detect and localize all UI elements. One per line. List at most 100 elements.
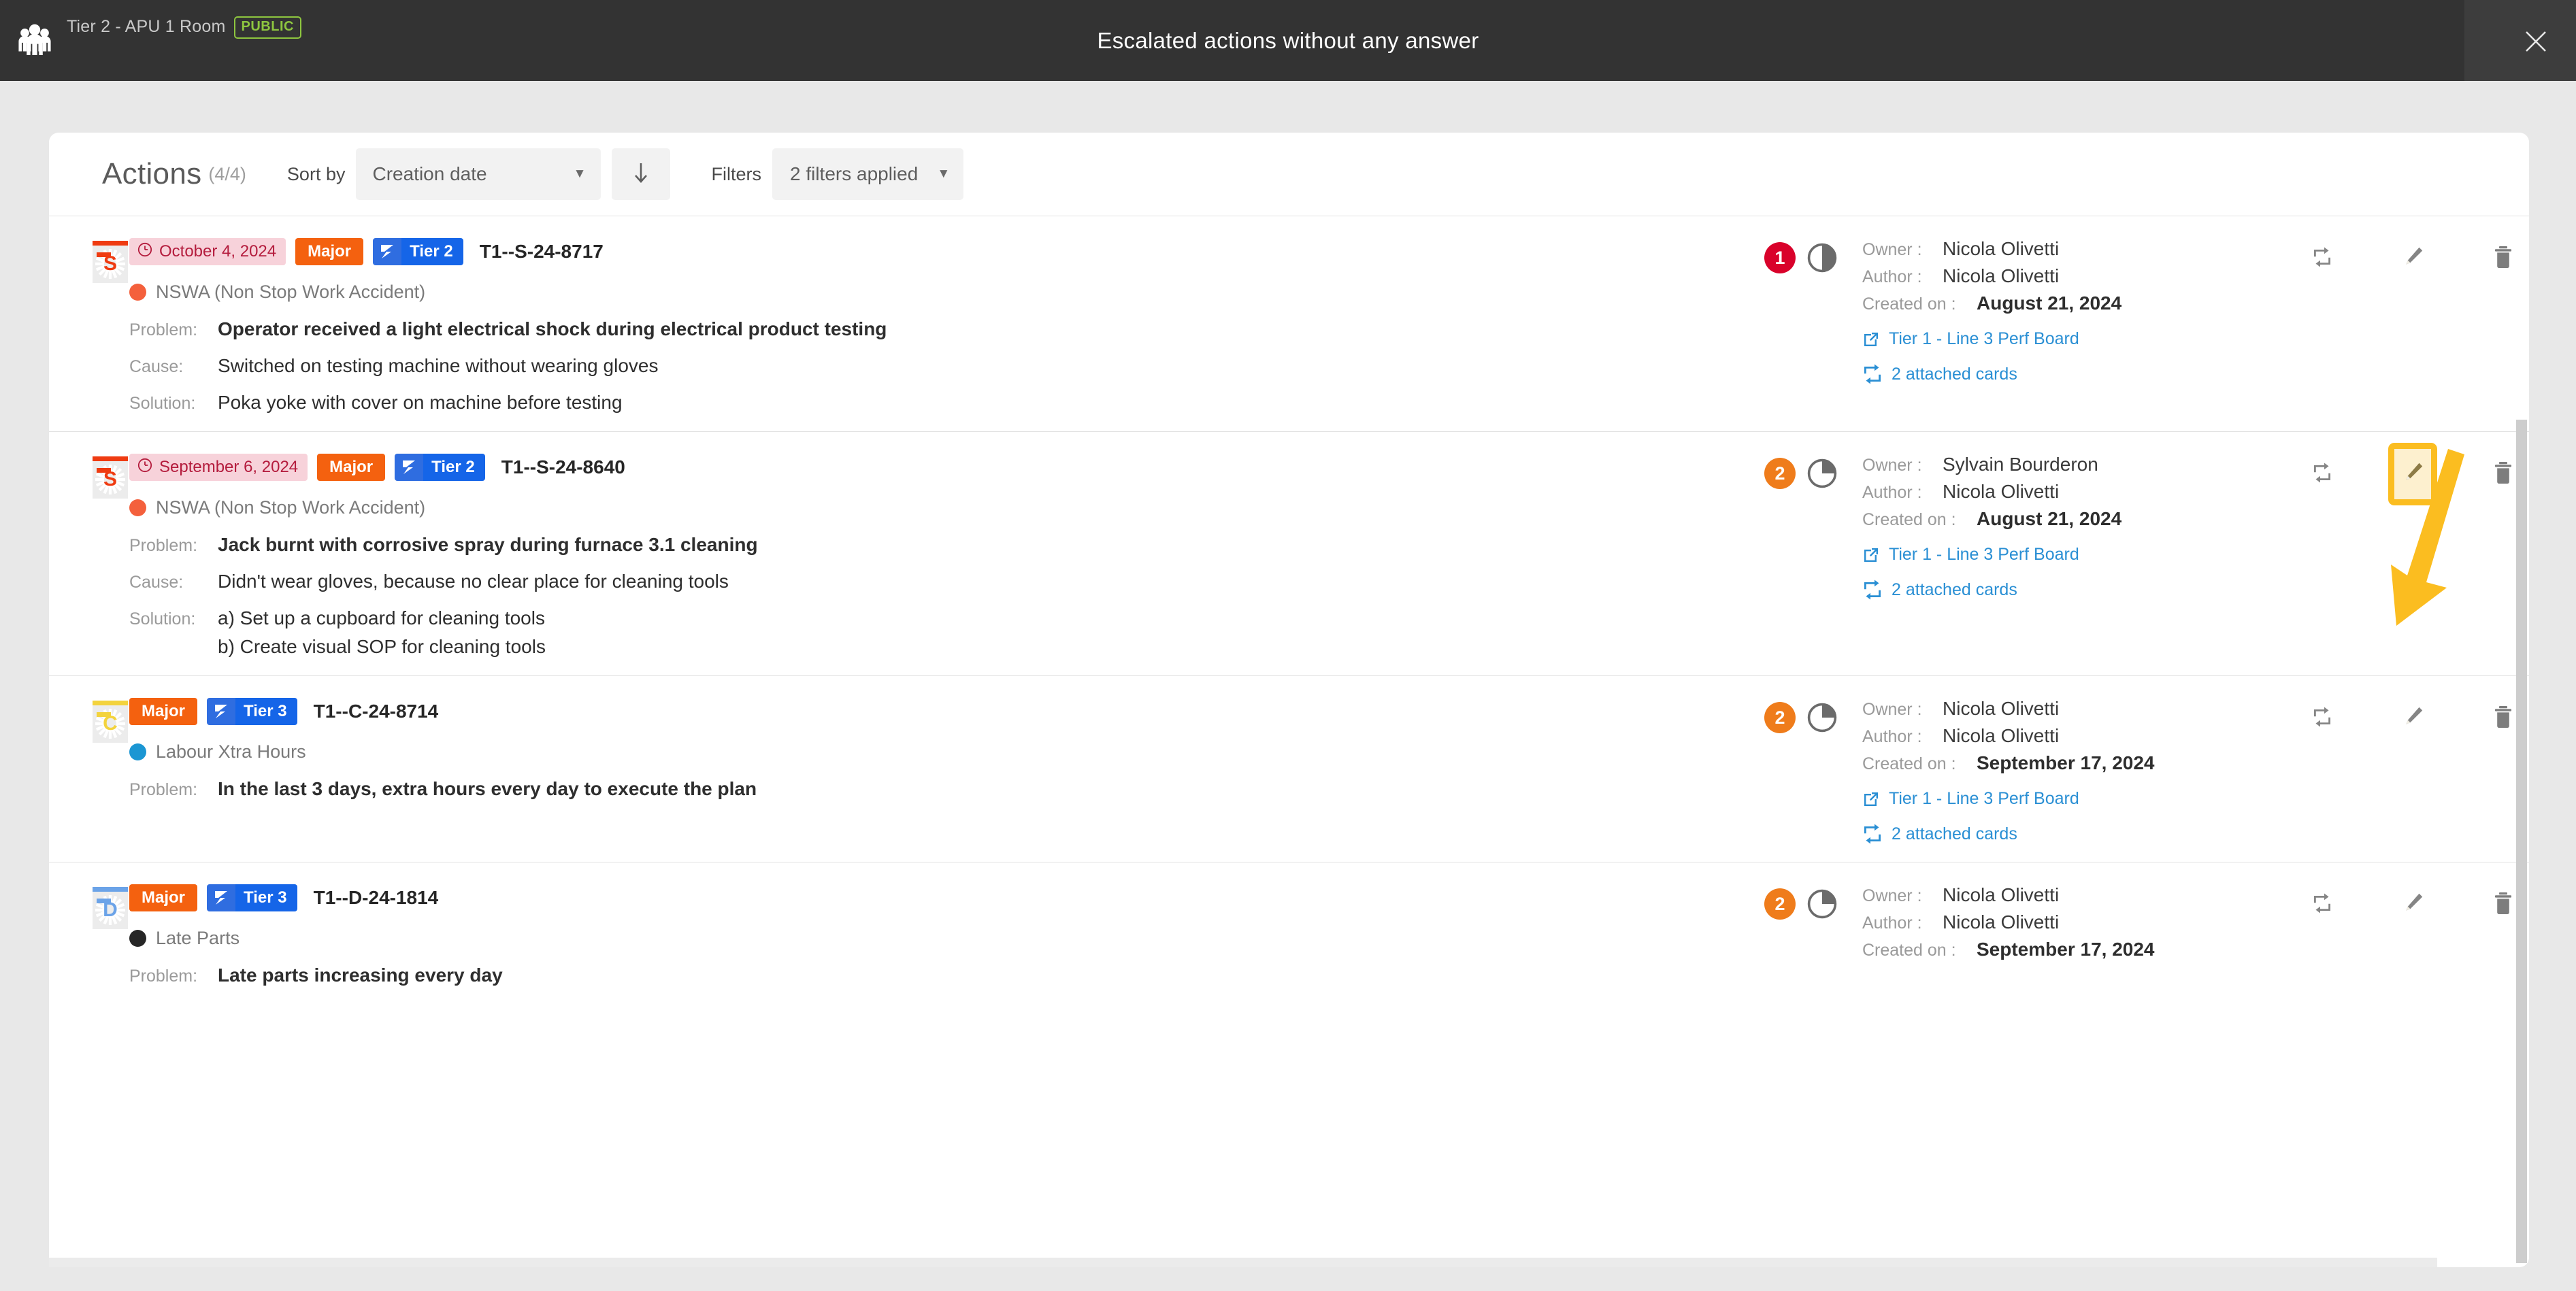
close-button[interactable] xyxy=(2520,26,2552,57)
author-value: Nicola Olivetti xyxy=(1943,725,2060,746)
cause-value: Didn't wear gloves, because no clear pla… xyxy=(218,571,729,592)
owner-value: Sylvain Bourderon xyxy=(1943,454,2098,475)
horizontal-scrollbar-thumb[interactable] xyxy=(49,1258,2437,1267)
actions-count: (4/4) xyxy=(208,163,246,184)
board-link-text: Tier 1 - Line 3 Perf Board xyxy=(1889,329,2079,348)
category-name: NSWA (Non Stop Work Accident) xyxy=(156,281,426,302)
action-reference: T1--S-24-8717 xyxy=(479,241,604,262)
author-label: Author : xyxy=(1862,483,1922,502)
transfer-action-button[interactable] xyxy=(2305,887,2340,922)
owner-row: Owner : Nicola Olivetti xyxy=(1862,884,2305,906)
category-line: Labour Xtra Hours xyxy=(129,740,1760,763)
avatar: S xyxy=(93,241,128,283)
sort-direction-button[interactable] xyxy=(612,148,671,200)
board-link[interactable]: Tier 1 - Line 3 Perf Board xyxy=(1862,329,2305,349)
clock-icon xyxy=(137,457,153,478)
problem-row: Problem: Operator received a light electr… xyxy=(129,318,1760,340)
board-link[interactable]: Tier 1 - Line 3 Perf Board xyxy=(1862,545,2305,565)
due-date-text: September 6, 2024 xyxy=(159,458,299,476)
repeat-icon xyxy=(2312,463,2332,486)
severity-chip: Major xyxy=(129,698,198,725)
tier-chip: Tier 3 xyxy=(207,884,297,911)
actions-panel: Actions (4/4) Sort by Creation date ▼ Fi… xyxy=(49,133,2529,1267)
created-on-row: Created on : September 17, 2024 xyxy=(1862,752,2305,774)
action-people: Owner : Nicola Olivetti Author : Nicola Oli… xyxy=(1845,238,2305,414)
problem-label: Problem: xyxy=(129,320,198,339)
filters-value: 2 filters applied xyxy=(789,163,919,184)
page-title-text: Escalated actions without any answer xyxy=(1097,27,1479,53)
room-identity: Tier 2 - APU 1 Room PUBLIC xyxy=(15,7,301,61)
attached-cards-text: 2 attached cards xyxy=(1892,364,2017,384)
category-name: Late Parts xyxy=(156,927,240,948)
vertical-scrollbar-thumb[interactable] xyxy=(2516,420,2527,1263)
owner-value: Nicola Olivetti xyxy=(1943,698,2060,719)
action-row[interactable]: C Major Tier 3 T1--C-24-8714 Labour Xtra Hou… xyxy=(49,675,2529,862)
attached-cards-text: 2 attached cards xyxy=(1892,824,2017,843)
cause-label: Cause: xyxy=(129,573,184,592)
tier-chip: Tier 2 xyxy=(373,238,463,265)
category-name: NSWA (Non Stop Work Accident) xyxy=(156,497,426,518)
escalation-count-badge: 2 xyxy=(1764,888,1796,920)
trash-icon xyxy=(2493,246,2513,272)
avatar-letter: D xyxy=(103,899,118,921)
board-link[interactable]: Tier 1 - Line 3 Perf Board xyxy=(1862,789,2305,809)
attached-cards-text: 2 attached cards xyxy=(1892,580,2017,599)
action-content: Major Tier 3 T1--C-24-8714 Labour Xtra Hour… xyxy=(129,695,1760,844)
created-on-label: Created on : xyxy=(1862,941,1956,960)
trash-icon xyxy=(2493,461,2513,488)
action-row[interactable]: D Major Tier 3 T1--D-24-1814 Late Parts Probl… xyxy=(49,862,2529,1004)
action-row[interactable]: S October 4, 2024 Major Tier 2 T1--S-24-8717… xyxy=(49,216,2529,431)
owner-label: Owner : xyxy=(1862,886,1922,905)
attached-cards-link[interactable]: 2 attached cards xyxy=(1862,824,2305,844)
action-badges: October 4, 2024 Major Tier 2 T1--S-24-8717 xyxy=(129,237,1760,267)
transfer-action-button[interactable] xyxy=(2305,701,2340,736)
action-meta: 1 Owner : Nicola Olivetti Author : Nicola Ol… xyxy=(1760,235,2529,414)
author-row: Author : Nicola Olivetti xyxy=(1862,481,2305,503)
transfer-action-button[interactable] xyxy=(2305,241,2340,276)
solution-row: Solution: Poka yoke with cover on machine… xyxy=(129,392,1760,414)
trash-icon xyxy=(2493,705,2513,732)
edit-action-button[interactable] xyxy=(2395,701,2430,736)
action-row[interactable]: S September 6, 2024 Major Tier 2 T1--S-24-86… xyxy=(49,431,2529,675)
actions-heading: Actions xyxy=(102,157,202,190)
problem-label: Problem: xyxy=(129,780,198,799)
edit-action-button[interactable] xyxy=(2388,443,2437,505)
pencil-icon xyxy=(2400,460,2425,488)
repeat-icon xyxy=(2312,247,2332,271)
avatar: S xyxy=(93,456,128,499)
category-dot-icon xyxy=(129,283,146,301)
vertical-scrollbar-track[interactable] xyxy=(2514,216,2529,1267)
severity-chip: Major xyxy=(129,884,198,911)
owner-label: Owner : xyxy=(1862,700,1922,719)
tier-chip: Tier 3 xyxy=(207,698,297,725)
trash-icon xyxy=(2493,892,2513,918)
page-title: Escalated actions without any answer xyxy=(0,0,2576,81)
action-avatar-cell: S xyxy=(49,451,129,658)
avatar-letter: S xyxy=(103,468,117,490)
attached-cards-link[interactable]: 2 attached cards xyxy=(1862,364,2305,384)
tier-label: Tier 3 xyxy=(235,884,297,911)
attached-cards-icon xyxy=(1862,364,1883,384)
owner-value: Nicola Olivetti xyxy=(1943,884,2060,905)
avatar-letter: C xyxy=(103,712,118,735)
avatar: C xyxy=(93,701,128,743)
severity-chip: Major xyxy=(317,454,386,481)
edit-action-button[interactable] xyxy=(2395,887,2430,922)
solution-value: Poka yoke with cover on machine before t… xyxy=(218,392,623,414)
sort-by-value: Creation date xyxy=(372,163,487,184)
pencil-icon xyxy=(2400,891,2425,919)
category-line: Late Parts xyxy=(129,926,1760,950)
attached-cards-link[interactable]: 2 attached cards xyxy=(1862,580,2305,600)
author-value: Nicola Olivetti xyxy=(1943,265,2060,286)
avatar: D xyxy=(93,887,128,929)
author-value: Nicola Olivetti xyxy=(1943,911,2060,933)
action-meta: 2 Owner : Nicola Olivetti Author : Nicola Ol… xyxy=(1760,882,2529,986)
edit-action-button[interactable] xyxy=(2395,241,2430,276)
filters-select[interactable]: 2 filters applied ▼ xyxy=(772,148,964,200)
tier-icon xyxy=(207,884,236,911)
attached-cards-icon xyxy=(1862,580,1883,600)
action-reference: T1--S-24-8640 xyxy=(501,456,625,477)
transfer-action-button[interactable] xyxy=(2305,456,2340,492)
sort-by-select[interactable]: Creation date ▼ xyxy=(356,148,601,200)
created-on-label: Created on : xyxy=(1862,510,1956,529)
